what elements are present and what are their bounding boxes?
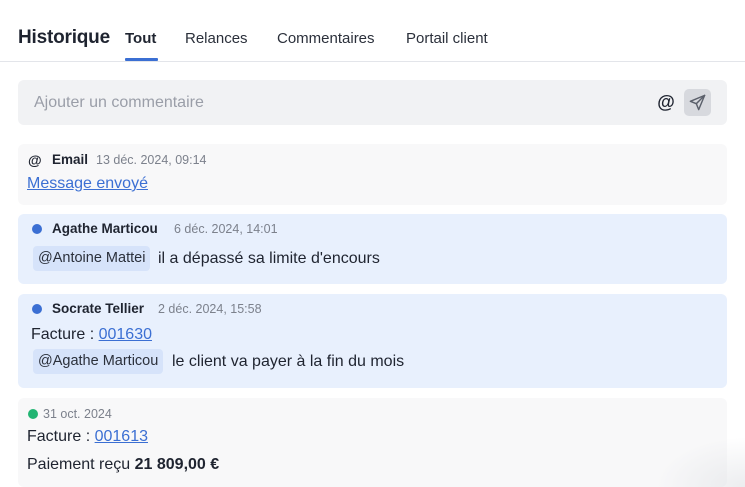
payment-label: Paiement reçu [27,456,131,473]
tab-relances[interactable]: Relances [185,30,248,47]
entry-author: Email [52,152,89,167]
payment-line: Paiement reçu 21 809,00 € [27,456,219,474]
user-mention[interactable]: @Agathe Marticou [33,349,164,374]
tab-portail-client[interactable]: Portail client [406,30,488,47]
active-tab-indicator [125,58,158,61]
user-mention[interactable]: @Antoine Mattei [33,246,151,271]
entry-date: 2 déc. 2024, 15:58 [158,302,262,316]
invoice-line: Facture : 001630 [31,326,152,344]
history-entry-payment: 31 oct. 2024 Facture : 001613 Paiement r… [18,398,727,487]
entry-author: Socrate Tellier [52,301,145,316]
comment-text: il a dépassé sa limite d'encours [158,250,380,267]
invoice-line: Facture : 001613 [27,428,148,446]
send-button[interactable] [684,89,711,116]
comment-composer: @ [18,80,727,125]
history-entry-comment: Socrate Tellier 2 déc. 2024, 15:58 Factu… [18,294,727,388]
comment-dot-icon [32,224,42,234]
mention-button[interactable]: @ [656,92,676,112]
comment-input[interactable] [18,80,638,125]
message-sent-link[interactable]: Message envoyé [27,175,148,193]
page-title: Historique [18,27,110,48]
entry-date: 31 oct. 2024 [43,407,112,421]
entry-author: Agathe Marticou [52,221,158,236]
entry-date: 13 déc. 2024, 09:14 [96,153,207,167]
payment-dot-icon [28,409,38,419]
send-icon [689,94,706,111]
tab-tout[interactable]: Tout [125,30,156,47]
invoice-link[interactable]: 001613 [95,428,148,445]
invoice-label: Facture : [31,326,95,343]
payment-amount: 21 809,00 € [134,456,220,473]
comment-dot-icon [32,304,42,314]
comment-text: le client va payer à la fin du mois [172,353,405,370]
entry-date: 6 déc. 2024, 14:01 [174,222,278,236]
invoice-link[interactable]: 001630 [99,326,152,343]
history-entry-email: @ Email 13 déc. 2024, 09:14 Message envo… [18,144,727,205]
tab-commentaires[interactable]: Commentaires [277,30,375,47]
history-header: Historique Tout Relances Commentaires Po… [0,0,745,62]
email-icon: @ [28,152,42,168]
history-entry-comment: Agathe Marticou 6 déc. 2024, 14:01 @Anto… [18,214,727,284]
invoice-label: Facture : [27,428,91,445]
